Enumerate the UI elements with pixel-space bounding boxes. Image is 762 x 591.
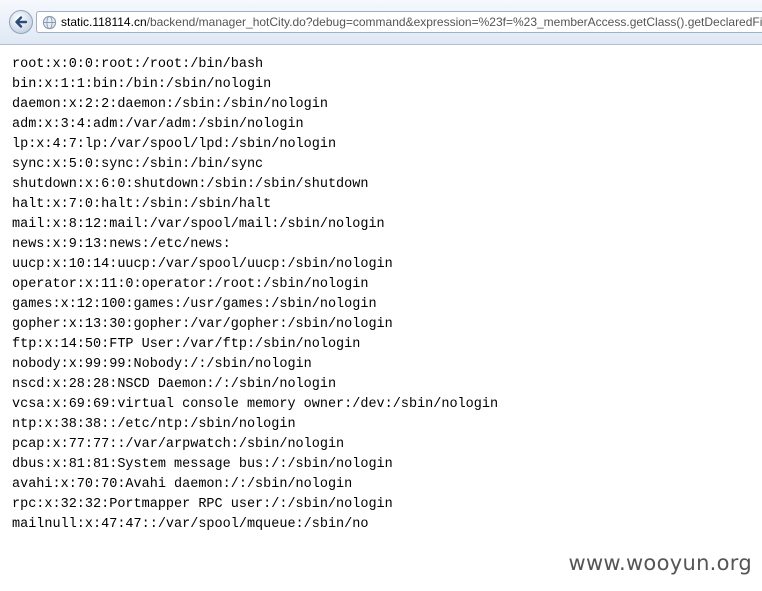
text-line: gopher:x:13:30:gopher:/var/gopher:/sbin/… [12, 317, 393, 332]
text-line: halt:x:7:0:halt:/sbin:/sbin/halt [12, 197, 272, 212]
watermark: www.wooyun.org [568, 551, 752, 575]
text-line: ntp:x:38:38::/etc/ntp:/sbin/nologin [12, 417, 296, 432]
text-line: vcsa:x:69:69:virtual console memory owne… [12, 397, 499, 412]
text-line: bin:x:1:1:bin:/bin:/sbin/nologin [12, 77, 272, 92]
browser-toolbar: static.118114.cn/backend/manager_hotCity… [0, 0, 762, 45]
text-line: mail:x:8:12:mail:/var/spool/mail:/sbin/n… [12, 217, 385, 232]
text-line: operator:x:11:0:operator:/root:/sbin/nol… [12, 277, 369, 292]
text-line: lp:x:4:7:lp:/var/spool/lpd:/sbin/nologin [12, 137, 337, 152]
text-line: rpc:x:32:32:Portmapper RPC user:/:/sbin/… [12, 497, 393, 512]
url-path: /backend/manager_hotCity.do?debug=comman… [146, 15, 762, 29]
text-line: nscd:x:28:28:NSCD Daemon:/:/sbin/nologin [12, 377, 337, 392]
text-line: games:x:12:100:games:/usr/games:/sbin/no… [12, 297, 377, 312]
text-line: shutdown:x:6:0:shutdown:/sbin:/sbin/shut… [12, 177, 369, 192]
text-line: daemon:x:2:2:daemon:/sbin:/sbin/nologin [12, 97, 328, 112]
url-text: static.118114.cn/backend/manager_hotCity… [61, 15, 762, 29]
text-line: adm:x:3:4:adm:/var/adm:/sbin/nologin [12, 117, 304, 132]
text-line: uucp:x:10:14:uucp:/var/spool/uucp:/sbin/… [12, 257, 393, 272]
page-content: root:x:0:0:root:/root:/bin/bash bin:x:1:1… [12, 55, 752, 535]
address-bar[interactable]: static.118114.cn/backend/manager_hotCity… [36, 11, 762, 33]
back-button[interactable] [9, 10, 33, 34]
text-line: nobody:x:99:99:Nobody:/:/sbin/nologin [12, 357, 312, 372]
url-domain: static.118114.cn [61, 15, 147, 29]
text-line: pcap:x:77:77::/var/arpwatch:/sbin/nologi… [12, 437, 345, 452]
text-line: dbus:x:81:81:System message bus:/:/sbin/… [12, 457, 393, 472]
text-line: ftp:x:14:50:FTP User:/var/ftp:/sbin/nolo… [12, 337, 361, 352]
text-line: sync:x:5:0:sync:/sbin:/bin/sync [12, 157, 264, 172]
back-arrow-icon [15, 16, 28, 28]
text-line: mailnull:x:47:47::/var/spool/mqueue:/sbi… [12, 517, 369, 532]
text-line: news:x:9:13:news:/etc/news: [12, 237, 231, 252]
text-line: root:x:0:0:root:/root:/bin/bash [12, 57, 264, 72]
text-line: avahi:x:70:70:Avahi daemon:/:/sbin/nolog… [12, 477, 353, 492]
globe-icon [42, 15, 57, 30]
